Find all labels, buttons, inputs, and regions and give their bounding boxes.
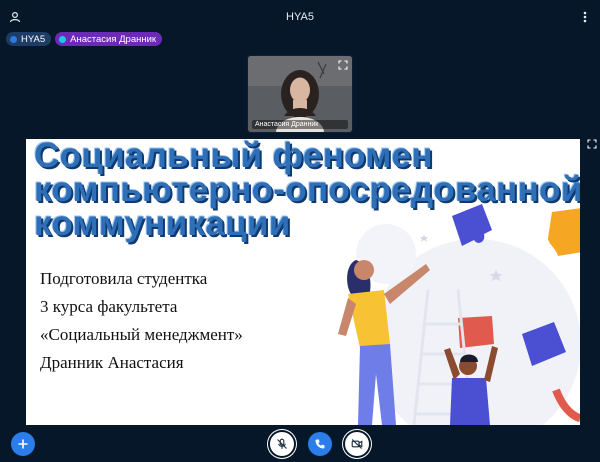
actions-button[interactable] bbox=[11, 432, 35, 456]
presentation-slide: Социальный феномен компьютерно-опосредов… bbox=[26, 139, 580, 425]
camera-button[interactable] bbox=[345, 432, 369, 456]
mic-off-icon bbox=[277, 438, 287, 449]
video-off-icon bbox=[351, 439, 363, 449]
slide-body-line: «Социальный менеджмент» bbox=[40, 325, 243, 344]
webcam-name: Анастасия Дранник bbox=[252, 120, 348, 129]
fullscreen-icon[interactable] bbox=[587, 139, 597, 149]
leave-audio-button[interactable] bbox=[308, 432, 332, 456]
participant-chip-room[interactable]: HYA5 bbox=[6, 32, 52, 46]
participant-chips: HYA5 Анастасия Дранник bbox=[6, 31, 163, 47]
talking-indicator bbox=[59, 35, 67, 43]
plus-icon bbox=[18, 439, 28, 449]
slide-title: Социальный феномен компьютерно-опосредов… bbox=[34, 139, 580, 241]
options-menu-button[interactable] bbox=[578, 10, 592, 24]
webcam-tile[interactable]: Анастасия Дранник bbox=[248, 56, 352, 132]
slide-body: Подготовила студентка 3 курса факультета… bbox=[40, 265, 243, 377]
slide-body-line: Подготовила студентка bbox=[40, 269, 208, 288]
more-vert-icon bbox=[583, 11, 587, 23]
participant-label: HYA5 bbox=[21, 33, 46, 45]
phone-icon bbox=[315, 439, 325, 449]
slide-title-line: Социальный феномен bbox=[34, 139, 433, 175]
participant-chip-speaker[interactable]: Анастасия Дранник bbox=[55, 32, 163, 46]
slide-body-line: 3 курса факультета bbox=[40, 297, 178, 316]
fullscreen-icon[interactable] bbox=[338, 60, 348, 70]
participant-label: Анастасия Дранник bbox=[70, 33, 157, 45]
status-dot bbox=[10, 35, 17, 43]
mute-button[interactable] bbox=[270, 432, 294, 456]
meeting-title: HYA5 bbox=[286, 11, 314, 23]
slide-title-line: компьютерно-опосредованной bbox=[34, 170, 580, 209]
slide-body-line: Дранник Анастасия bbox=[40, 353, 184, 372]
top-bar: HYA5 bbox=[0, 0, 600, 32]
slide-title-line: коммуникации bbox=[34, 204, 291, 243]
